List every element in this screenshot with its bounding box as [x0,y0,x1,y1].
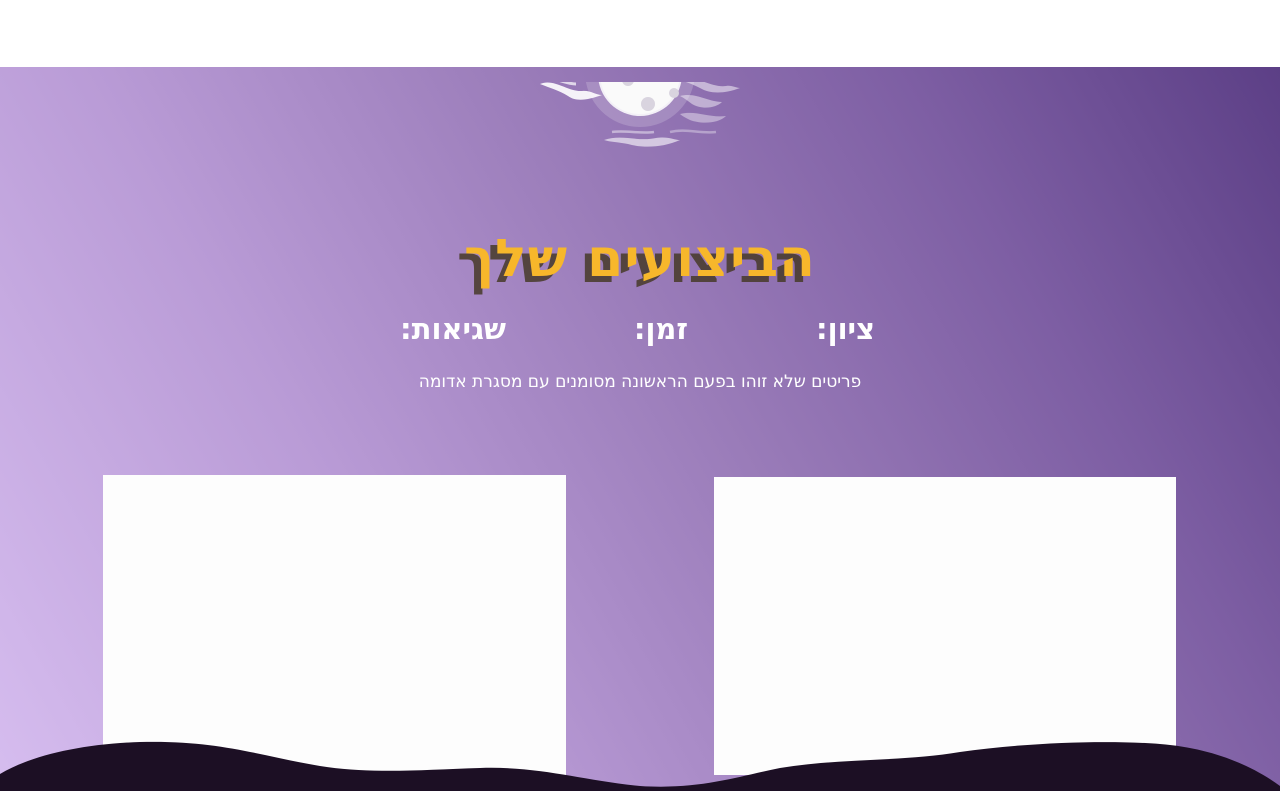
unidentified-items-note: פריטים שלא זוהו בפעם הראשונה מסומנים עם … [418,372,862,392]
score-label: ציון: [816,312,875,346]
errors-label: שגיאות: [400,312,506,346]
time-label: זמן: [633,312,688,346]
moon-icon [530,67,750,207]
moon-illustration [540,67,740,147]
hills-illustration [0,741,1280,791]
results-page: הביצועים שלך ציון: זמן: שגיאות: פריטים ש… [0,0,1280,791]
top-bar [0,0,1280,67]
ground-hills [0,730,1280,791]
page-title: הביצועים שלך [464,229,816,289]
results-hero: הביצועים שלך ציון: זמן: שגיאות: פריטים ש… [0,67,1280,791]
